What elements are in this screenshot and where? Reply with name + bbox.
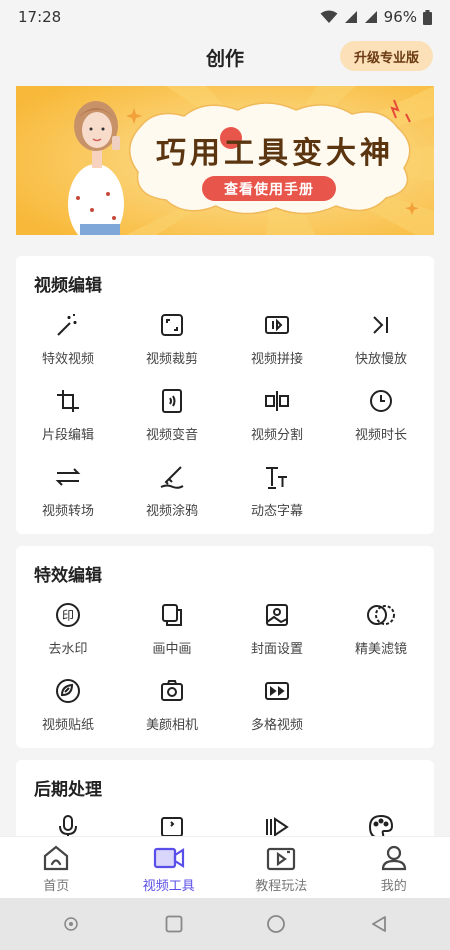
sticker-icon: [56, 679, 80, 703]
tool-filter[interactable]: 精美滤镜: [329, 598, 433, 668]
circle-icon: [267, 915, 286, 933]
filter-icon: [367, 605, 395, 625]
tool-speed[interactable]: 快放慢放: [329, 308, 433, 378]
tool-label: 视频贴纸: [41, 718, 94, 733]
magic-wand-icon: [57, 314, 77, 336]
tool-label: 精美滤镜: [354, 642, 407, 657]
tool-label: 片段编辑: [41, 428, 94, 443]
page-title: 创作: [205, 47, 244, 70]
section-title: 特效编辑: [34, 566, 102, 586]
nav-video-tools[interactable]: 视频工具: [113, 837, 226, 898]
system-nav-bar: [0, 898, 450, 950]
tool-label: 特效视频: [41, 352, 94, 367]
tool-label: 视频时长: [354, 428, 407, 443]
join-icon: [265, 316, 289, 334]
camera-icon: [161, 680, 183, 701]
bottom-nav: 首页 视频工具 教程玩法 我的: [0, 836, 450, 898]
app-header: 创作 升级专业版: [0, 34, 450, 80]
banner[interactable]: 巧用工具变大神 查看使用手册: [16, 86, 434, 235]
tool-sticker[interactable]: 视频贴纸: [16, 674, 120, 744]
voice-change-icon: [162, 389, 182, 413]
back-button[interactable]: [367, 912, 391, 936]
signal-icon: [344, 11, 357, 23]
image-icon: [266, 604, 288, 626]
home-icon: [44, 845, 69, 871]
profile-icon: [381, 845, 406, 871]
tool-label: 视频转场: [41, 504, 94, 519]
nav-label: 教程玩法: [255, 879, 308, 894]
recent-dot-button[interactable]: [59, 912, 83, 936]
tool-video-crop[interactable]: 视频裁剪: [120, 308, 224, 378]
tool-cover[interactable]: 封面设置: [225, 598, 329, 668]
tutorial-icon: [267, 847, 296, 871]
speed-icon: [373, 316, 388, 334]
dot-icon: [64, 917, 78, 931]
status-bar: 17:28 96%: [0, 0, 450, 34]
user-manual-button[interactable]: 查看使用手册: [202, 176, 336, 201]
back-triangle-icon: [371, 916, 386, 932]
nav-label: 视频工具: [142, 879, 195, 894]
tool-beauty-camera[interactable]: 美颜相机: [120, 674, 224, 744]
tool-label: 视频变音: [145, 428, 198, 443]
nav-tutorial[interactable]: 教程玩法: [225, 837, 338, 898]
home-button[interactable]: [264, 912, 288, 936]
watermark-icon: 印: [56, 603, 80, 627]
subtitle-icon: [266, 467, 287, 489]
tool-video-join[interactable]: 视频拼接: [225, 308, 329, 378]
battery-percent: 96%: [383, 8, 417, 26]
tool-label: 美颜相机: [145, 718, 198, 733]
tool-remove-watermark[interactable]: 印 去水印: [16, 598, 120, 668]
clip-icon: [57, 390, 79, 412]
tool-doodle[interactable]: 视频涂鸦: [120, 460, 224, 530]
tool-label: 封面设置: [250, 642, 303, 657]
tool-effect-video[interactable]: 特效视频: [16, 308, 120, 378]
tool-label: 视频分割: [250, 428, 303, 443]
tool-label: 画中画: [152, 642, 192, 657]
nav-label: 我的: [380, 879, 407, 894]
tool-video-split[interactable]: 视频分割: [225, 384, 329, 454]
overview-button[interactable]: [162, 912, 186, 936]
tool-transition[interactable]: 视频转场: [16, 460, 120, 530]
video-camera-icon: [153, 847, 184, 869]
grid-video-icon: [265, 682, 289, 700]
section-title: 视频编辑: [34, 276, 102, 296]
upgrade-button[interactable]: 升级专业版: [339, 41, 433, 71]
tool-grid-video[interactable]: 多格视频: [225, 674, 329, 744]
svg-text:印: 印: [62, 609, 74, 623]
status-icons: 96%: [320, 8, 432, 26]
tool-label: 快放慢放: [354, 352, 407, 367]
battery-icon: [423, 9, 432, 25]
tool-label: 多格视频: [250, 718, 303, 733]
tool-duration[interactable]: 视频时长: [329, 384, 433, 454]
tool-label: 视频涂鸦: [145, 504, 198, 519]
transition-icon: [55, 468, 81, 486]
pip-icon: [162, 604, 182, 626]
nav-home[interactable]: 首页: [0, 837, 113, 898]
wifi-icon: [320, 10, 338, 23]
square-icon: [165, 915, 183, 933]
tool-pip[interactable]: 画中画: [120, 598, 224, 668]
video-edit-section: 视频编辑 特效视频 视频裁剪 视频拼接 快放慢放 片段编辑 视频变音 视频分割 …: [16, 256, 434, 534]
effect-edit-section: 特效编辑 印 去水印 画中画 封面设置 精美滤镜 视频贴纸 美颜相机 多格视频: [16, 546, 434, 748]
status-time: 17:28: [18, 8, 62, 26]
signal-icon-2: [364, 11, 377, 23]
clock-icon: [370, 390, 392, 412]
tool-label: 动态字幕: [250, 504, 303, 519]
tool-label: 去水印: [48, 642, 88, 657]
crop-icon: [161, 314, 183, 336]
banner-title: 巧用工具变大神: [156, 136, 394, 171]
tool-clip-edit[interactable]: 片段编辑: [16, 384, 120, 454]
nav-label: 首页: [43, 879, 70, 894]
tool-label: 视频拼接: [250, 352, 303, 367]
split-icon: [265, 391, 289, 411]
tool-voice-change[interactable]: 视频变音: [120, 384, 224, 454]
section-title: 后期处理: [34, 780, 102, 800]
nav-profile[interactable]: 我的: [338, 837, 450, 898]
tool-label: 视频裁剪: [145, 352, 198, 367]
tool-subtitle[interactable]: 动态字幕: [225, 460, 329, 530]
brush-icon: [160, 466, 184, 489]
